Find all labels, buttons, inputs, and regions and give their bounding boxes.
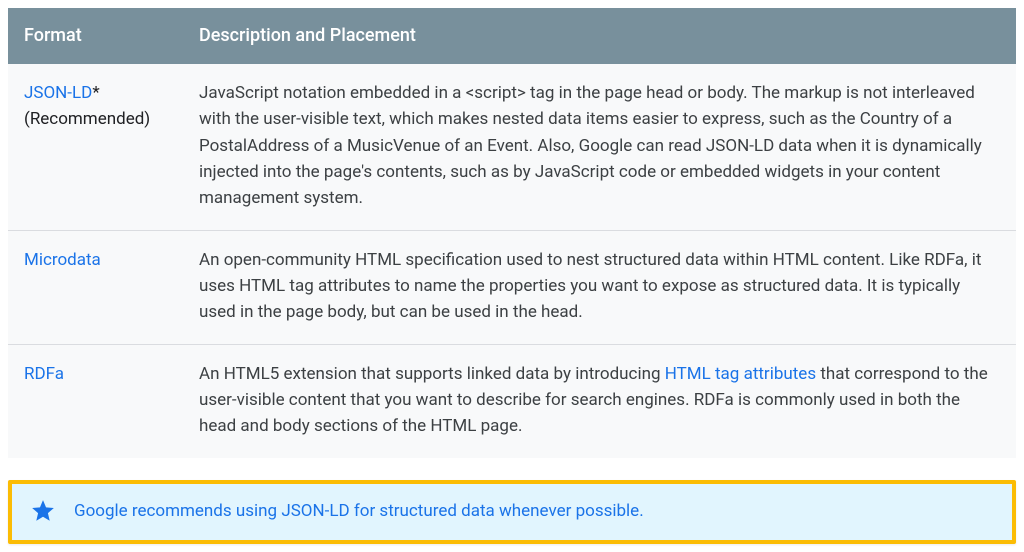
table-row: RDFa An HTML5 extension that supports li… [8, 344, 1016, 458]
format-description: JavaScript notation embedded in a <scrip… [183, 64, 1016, 230]
recommendation-callout: Google recommends using JSON-LD for stru… [8, 480, 1016, 544]
table-row: JSON-LD* (Recommended) JavaScript notati… [8, 64, 1016, 230]
formats-table: Format Description and Placement JSON-LD… [8, 8, 1016, 458]
format-recommended-label: (Recommended) [24, 106, 167, 132]
format-link-rdfa[interactable]: RDFa [24, 364, 64, 384]
header-format: Format [8, 8, 183, 64]
star-icon [30, 498, 56, 524]
table-row: Microdata An open-community HTML specifi… [8, 230, 1016, 344]
format-suffix: * [92, 83, 99, 103]
inline-link[interactable]: HTML tag attributes [665, 364, 816, 384]
format-link-jsonld[interactable]: JSON-LD [24, 83, 92, 103]
header-description: Description and Placement [183, 8, 1016, 64]
format-link-microdata[interactable]: Microdata [24, 250, 101, 270]
format-description: An HTML5 extension that supports linked … [183, 344, 1016, 458]
format-description: An open-community HTML specification use… [183, 230, 1016, 344]
callout-text: Google recommends using JSON-LD for stru… [74, 498, 644, 524]
